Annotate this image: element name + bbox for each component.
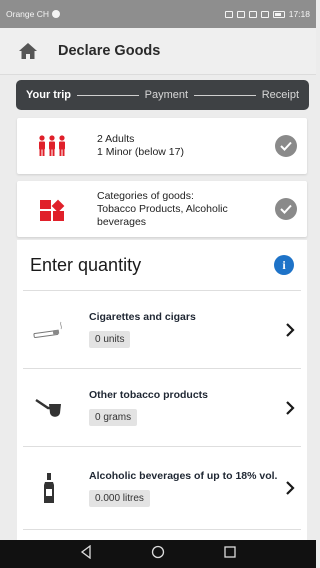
quantity-title: Enter quantity: [30, 254, 142, 275]
item-label: Other tobacco products: [89, 389, 209, 401]
progress-stepper: Your trip Payment Receipt: [16, 80, 309, 110]
quantity-panel: Enter quantity i Cigarettes and cigars 0…: [17, 240, 307, 540]
step-receipt: Receipt: [261, 89, 300, 101]
carrier: Orange CH: [6, 9, 60, 19]
page-title: Declare Goods: [58, 43, 161, 59]
step-divider: [77, 94, 139, 96]
list-item-alcohol[interactable]: Alcoholic beverages of up to 18% vol. 0.…: [23, 446, 301, 530]
step-your-trip: Your trip: [26, 89, 72, 101]
categories-list: Tobacco Products, Alcoholic beverages: [97, 202, 228, 228]
info-icon[interactable]: i: [274, 255, 294, 275]
back-icon[interactable]: [79, 544, 93, 564]
chevron-right-icon[interactable]: [279, 481, 301, 495]
categories-summary: Categories of goods: Tobacco Products, A…: [97, 190, 275, 229]
status-time: 17:18: [288, 9, 310, 19]
travellers-summary: 2 Adults 1 Minor (below 17): [97, 133, 275, 159]
bottle-icon: [23, 472, 75, 504]
categories-card[interactable]: Categories of goods: Tobacco Products, A…: [17, 181, 307, 237]
list-item-other-tobacco[interactable]: Other tobacco products 0 grams: [23, 368, 301, 446]
home-circle-icon[interactable]: [151, 545, 165, 564]
quantity-header: Enter quantity i: [17, 240, 307, 290]
home-icon[interactable]: [16, 40, 40, 62]
boxes-icon: [31, 196, 73, 222]
quantity-value[interactable]: 0.000 litres: [89, 489, 150, 507]
status-icons: 17:18: [224, 9, 310, 19]
chevron-right-icon[interactable]: [279, 322, 301, 337]
minors-count: 1 Minor (below 17): [97, 146, 184, 158]
check-icon: [275, 198, 297, 220]
pipe-icon: [23, 396, 75, 420]
battery-icon: [272, 10, 285, 18]
step-divider: [194, 94, 256, 96]
quantity-value[interactable]: 0 units: [89, 331, 131, 348]
adults-count: 2 Adults: [97, 133, 135, 145]
system-nav-bar: [0, 540, 316, 568]
app-bar: Declare Goods: [0, 28, 316, 74]
nfc-icon: [224, 10, 233, 18]
chevron-right-icon[interactable]: [279, 400, 301, 415]
list-item-cigarettes[interactable]: Cigarettes and cigars 0 units: [23, 290, 301, 368]
signal-icon: [260, 10, 269, 18]
step-payment: Payment: [144, 89, 189, 101]
quantity-value[interactable]: 0 grams: [89, 409, 138, 426]
cigarette-icon: [23, 320, 75, 340]
travellers-card[interactable]: 2 Adults 1 Minor (below 17): [17, 118, 307, 174]
item-label: Cigarettes and cigars: [89, 311, 196, 323]
check-icon: [275, 135, 297, 157]
item-label: Alcoholic beverages of up to 18% vol.: [89, 469, 278, 482]
carrier-name: Orange CH: [6, 9, 49, 19]
vibrate-icon: [248, 10, 257, 18]
alarm-icon: [236, 10, 245, 18]
people-icon: [31, 135, 73, 157]
notification-icon: [52, 10, 60, 18]
categories-label: Categories of goods:: [97, 189, 194, 202]
status-bar: Orange CH 17:18: [0, 0, 316, 28]
recents-icon[interactable]: [223, 545, 237, 564]
